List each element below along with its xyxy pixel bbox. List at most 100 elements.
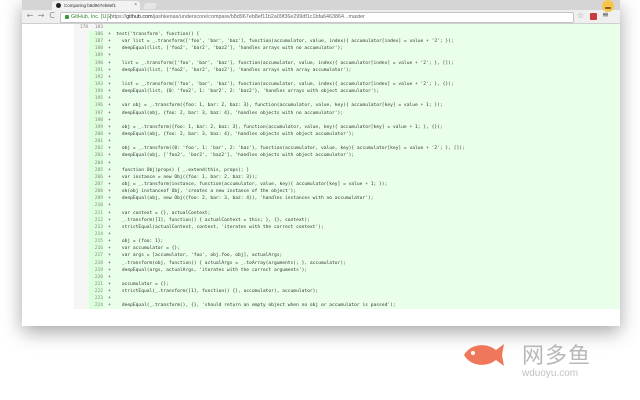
code-text: + deepEqual(list, ['foo2', 'bar2', 'baz2…	[108, 46, 344, 52]
new-line-number: 217	[89, 252, 103, 260]
new-line-number: 194	[89, 88, 103, 96]
old-line-number	[74, 295, 88, 303]
old-line-number	[74, 230, 88, 239]
code-text: + ok(obj instanceof Obj, 'creates a new …	[108, 189, 297, 195]
new-line-number: 220	[89, 273, 103, 281]
new-line-number: 192	[89, 73, 103, 81]
diff-line: 210 +	[74, 202, 620, 210]
old-line-number	[74, 152, 88, 160]
diff-line: 218 + _.transform(obj, function() { actua…	[74, 259, 620, 267]
old-line-number	[74, 245, 88, 253]
new-line-number: 195	[89, 95, 103, 103]
old-line-number	[74, 59, 88, 67]
old-line-number	[74, 202, 88, 210]
smiley-extension-icon[interactable]	[602, 0, 614, 12]
new-line-number: 198	[89, 116, 103, 124]
code-text: + strictEqual(_.transform([1], function(…	[108, 289, 319, 295]
new-line-number: 193	[89, 80, 103, 89]
diff-line: 211 + var context = {}, actualContext;	[74, 209, 620, 217]
new-line-number: 212	[89, 216, 103, 224]
browser-toolbar: ← → C GitHub, Inc. [US] https://github.c…	[22, 10, 620, 24]
diff-line: 206 + var instance = new Obj({foo: 1, bar…	[74, 173, 620, 181]
code-text: + deepEqual(list, {0: 'foo2', 1: 'bar2',…	[108, 89, 380, 95]
new-line-number: 200	[89, 130, 103, 139]
address-bar[interactable]: GitHub, Inc. [US] https://github.com/jas…	[60, 12, 574, 23]
diff-line: 188 + deepEqual(list, ['foo2', 'bar2', 'b…	[74, 45, 620, 53]
fish-logo-icon	[464, 344, 504, 366]
old-line-number	[74, 238, 88, 246]
code-text: + var context = {}, actualContext;	[108, 210, 211, 216]
new-line-number: 210	[89, 202, 103, 210]
code-text: + deepEqual(obj, {foo: 2, bar: 3, baz: 4…	[108, 131, 355, 137]
url-text: https://github.com/jashkenas/underscore/…	[110, 14, 365, 20]
tab-strip: Comparing b8d967eb8ef1 ×	[22, 0, 620, 11]
code-text: + function Obj(props) { _.extend(this, p…	[108, 167, 250, 173]
old-line-number	[74, 102, 88, 110]
new-line-number: 221	[89, 280, 103, 289]
old-line-number	[74, 288, 88, 296]
old-line-number	[74, 180, 88, 189]
new-line-number: 222	[89, 288, 103, 296]
code-text: +	[108, 139, 111, 145]
diff-line: 192 +	[74, 73, 620, 81]
new-line-number: 218	[89, 259, 103, 267]
new-line-number: 207	[89, 180, 103, 189]
new-tab-button[interactable]	[142, 3, 158, 9]
new-line-number: 206	[89, 173, 103, 181]
diff-line: 207 + obj = _.transform(instance, functio…	[74, 180, 620, 189]
new-line-number: 215	[89, 238, 103, 246]
code-text: + deepEqual(obj, {foo: 2, bar: 3, baz: 4…	[108, 110, 344, 116]
new-line-number: 224	[89, 302, 103, 310]
new-line-number: 203	[89, 152, 103, 160]
old-line-number	[74, 195, 88, 203]
code-text: + deepEqual(args, actualArgs, 'iterates …	[108, 267, 308, 273]
site-identity: GitHub, Inc. [US]	[71, 14, 112, 20]
diff-line: 187 + var list = _.transform(['foo', 'bar…	[74, 38, 620, 46]
bookmark-star-icon[interactable]: ☆	[577, 11, 584, 20]
lock-icon	[65, 15, 69, 19]
diff-line: 186 + test('transform', function() {	[74, 31, 620, 39]
old-line-number	[74, 209, 88, 217]
old-line-number	[74, 252, 88, 260]
new-line-number: 197	[89, 109, 103, 117]
code-text: + var obj = _.transform({foo: 1, bar: 2,…	[108, 103, 443, 109]
new-line-number: 201	[89, 138, 103, 146]
reload-icon[interactable]: C	[47, 11, 57, 21]
diff-line: 209 + deepEqual(obj, new Obj({foo: 2, bar…	[74, 195, 620, 203]
forward-icon[interactable]: →	[36, 11, 46, 21]
diff-line: 224 + deepEqual(_.transform(), {}, 'shoul…	[74, 302, 620, 310]
new-line-number: 187	[89, 38, 103, 46]
new-line-number: 202	[89, 145, 103, 153]
old-line-number	[74, 130, 88, 139]
code-text: +	[108, 274, 111, 280]
browser-window: Comparing b8d967eb8ef1 × ← → C GitHub, I…	[22, 0, 620, 326]
old-line-number	[74, 123, 88, 131]
diff-line: 204 +	[74, 159, 620, 167]
extension-icon[interactable]	[590, 13, 597, 20]
diff-line: 222 + strictEqual(_.transform([1], functi…	[74, 288, 620, 296]
diff-line: 189 +	[74, 52, 620, 60]
old-line-number	[74, 80, 88, 89]
back-icon[interactable]: ←	[25, 11, 35, 21]
old-line-number	[74, 216, 88, 224]
new-line-number: 191	[89, 66, 103, 74]
old-line-number	[74, 138, 88, 146]
code-text: +	[108, 231, 111, 237]
diff-line: 212 + _.transform([1], function() { actua…	[74, 216, 620, 224]
tab-close-icon[interactable]: ×	[134, 1, 137, 10]
new-line-number: 188	[89, 45, 103, 53]
github-icon	[56, 3, 61, 8]
old-line-number	[74, 145, 88, 153]
code-text: + deepEqual(obj, ['foo2', 'bar2', 'baz2'…	[108, 153, 355, 159]
code-text: + deepEqual(obj, new Obj({foo: 2, bar: 3…	[108, 196, 374, 202]
diff-line: 223 +	[74, 295, 620, 303]
code-text: + deepEqual(list, ['foo2', 'bar2', 'baz2…	[108, 67, 352, 73]
watermark-url: wduoyu.com	[522, 368, 579, 379]
old-line-number	[74, 173, 88, 181]
old-line-number	[74, 45, 88, 53]
code-text: + var list = _.transform(['foo', 'bar', …	[108, 39, 454, 45]
code-text: + obj = _.transform({foo: 1, bar: 2, baz…	[108, 124, 443, 130]
old-line-number	[74, 95, 88, 103]
diff-line: 201 +	[74, 138, 620, 146]
old-line-number	[74, 116, 88, 124]
